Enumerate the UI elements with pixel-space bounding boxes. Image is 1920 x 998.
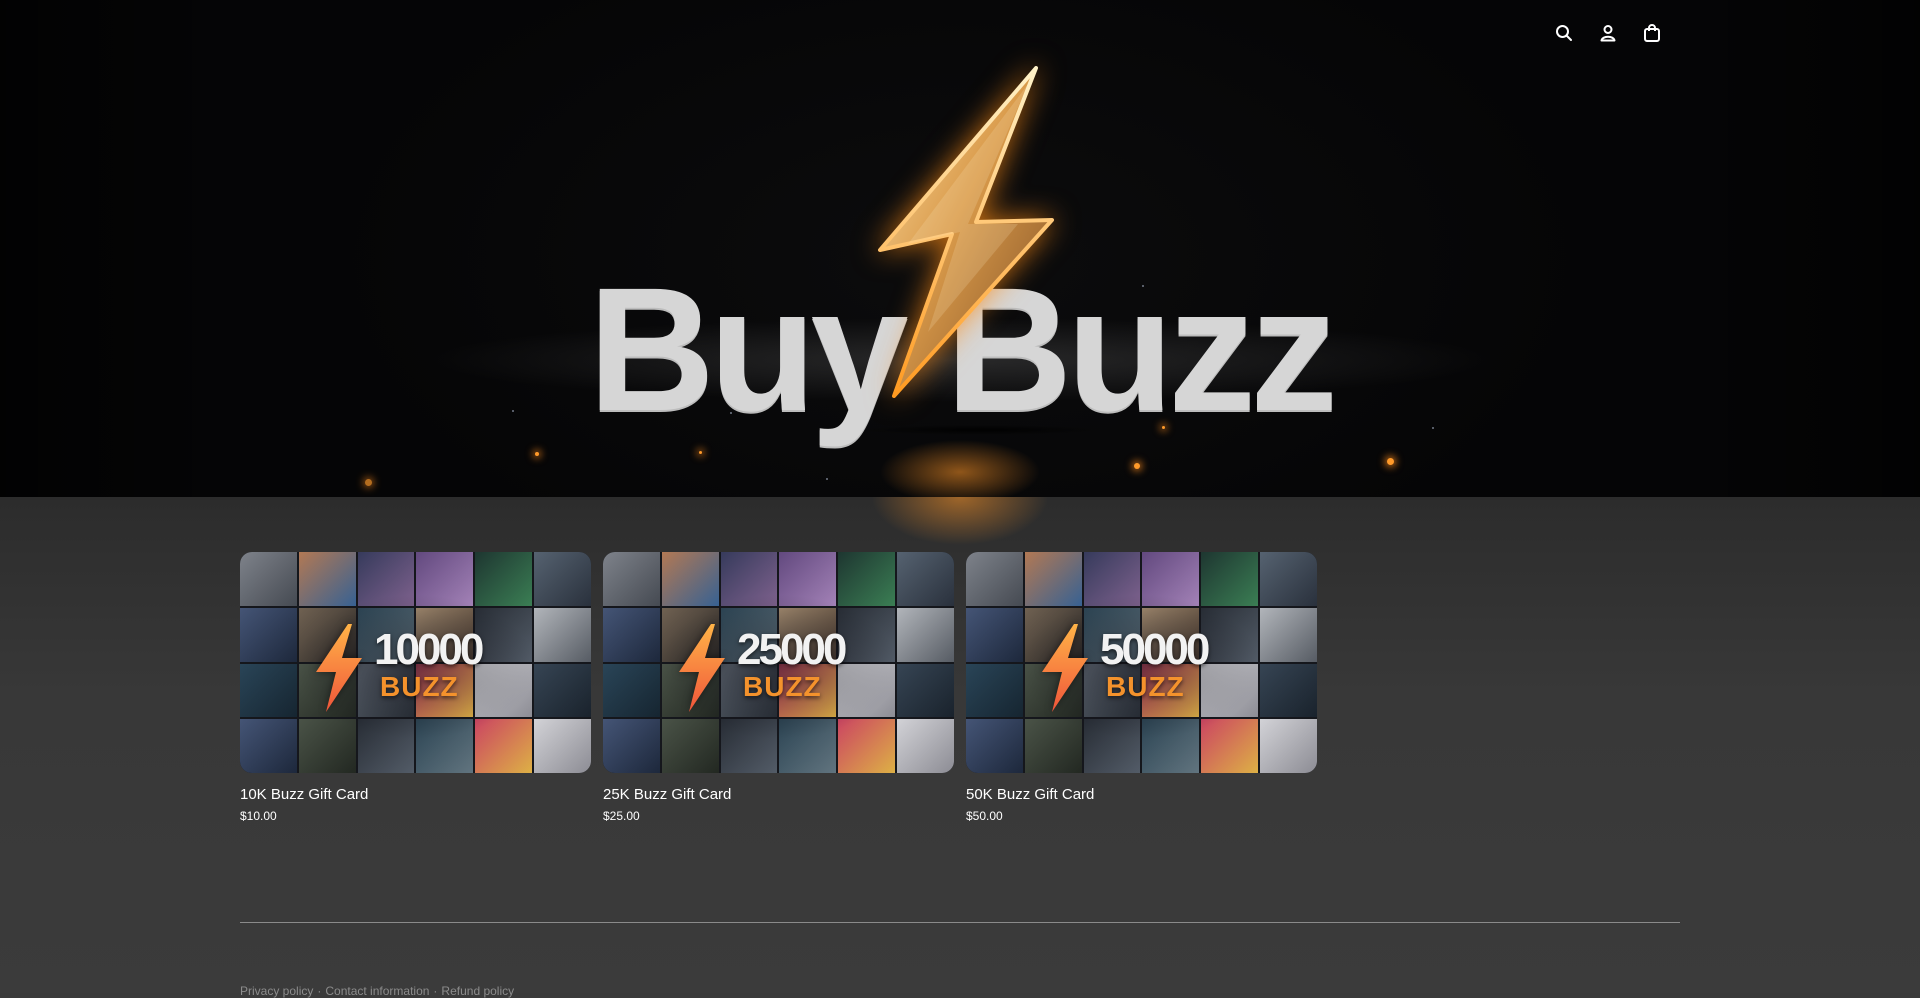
footer-link[interactable]: Refund policy <box>441 984 514 998</box>
product-image[interactable]: 50000 BUZZ <box>966 552 1317 773</box>
lightning-bolt-icon <box>679 624 725 712</box>
product-price: $10.00 <box>240 809 277 823</box>
hero-banner: Buy Buzz <box>0 0 1920 497</box>
product-image[interactable]: 10000 BUZZ <box>240 552 591 773</box>
product-card[interactable]: 10000 BUZZ 10K Buzz Gift Card $10.00 <box>240 552 591 823</box>
search-button[interactable] <box>1552 20 1576 46</box>
lightning-bolt-icon <box>1042 624 1088 712</box>
badge-amount: 10000 <box>374 625 484 674</box>
product-price: $50.00 <box>966 809 1003 823</box>
header-icons <box>1552 20 1664 46</box>
footer-links: Privacy policy · Contact information · Refun… <box>240 984 514 998</box>
cart-icon <box>1644 24 1660 42</box>
badge-unit: BUZZ <box>1106 671 1185 702</box>
footer-divider <box>240 922 1680 923</box>
badge-amount: 25000 <box>737 625 847 674</box>
ember <box>1134 463 1140 469</box>
lightning-bolt-icon <box>316 624 362 712</box>
footer-separator: · <box>317 984 322 998</box>
footer-link[interactable]: Privacy policy <box>240 984 313 998</box>
product-title[interactable]: 10K Buzz Gift Card <box>240 786 591 804</box>
product-image[interactable]: 25000 BUZZ <box>603 552 954 773</box>
account-icon <box>1600 25 1616 42</box>
footer-link[interactable]: Contact information <box>325 984 429 998</box>
footer-separator: · <box>433 984 438 998</box>
ember <box>699 451 702 454</box>
search-icon <box>1556 25 1572 41</box>
buzz-badge: 25000 BUZZ <box>677 624 887 714</box>
ember <box>535 452 539 456</box>
ember <box>365 479 372 486</box>
product-title[interactable]: 25K Buzz Gift Card <box>603 786 954 804</box>
product-price: $25.00 <box>603 809 640 823</box>
product-card[interactable]: 50000 BUZZ 50K Buzz Gift Card $50.00 <box>966 552 1317 823</box>
cart-button[interactable] <box>1640 20 1664 46</box>
lightning-bolt-icon <box>878 66 1054 398</box>
product-grid: 10000 BUZZ 10K Buzz Gift Card $10.00 250… <box>240 552 1317 823</box>
product-card[interactable]: 25000 BUZZ 25K Buzz Gift Card $25.00 <box>603 552 954 823</box>
badge-amount: 50000 <box>1100 625 1210 674</box>
buzz-badge: 50000 BUZZ <box>1040 624 1250 714</box>
badge-unit: BUZZ <box>743 671 822 702</box>
ember <box>1387 458 1394 465</box>
badge-unit: BUZZ <box>380 671 459 702</box>
product-title[interactable]: 50K Buzz Gift Card <box>966 786 1317 804</box>
buzz-badge: 10000 BUZZ <box>314 624 524 714</box>
account-button[interactable] <box>1596 20 1620 46</box>
spark <box>826 478 828 480</box>
